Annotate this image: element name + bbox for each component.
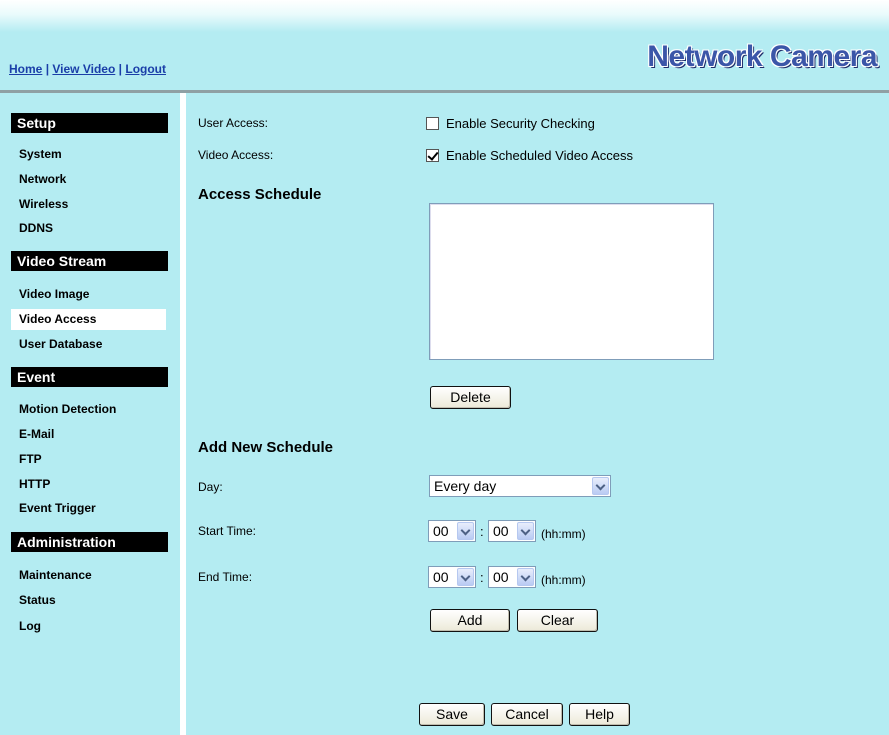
help-button[interactable]: Help [569,703,630,726]
top-nav: Home | View Video | Logout [9,62,166,76]
day-select-value: Every day [434,478,497,494]
brand-logo: Network Camera [647,40,877,73]
sidebar-item-user-database[interactable]: User Database [13,334,168,356]
sidebar-item-http[interactable]: HTTP [13,474,168,496]
sidebar-item-status[interactable]: Status [13,590,168,612]
time-colon: : [480,524,484,539]
sidebar-item-video-access[interactable]: Video Access [11,309,166,330]
sidebar-item-video-image[interactable]: Video Image [13,284,168,306]
end-time-label: End Time: [198,570,253,584]
sidebar-item-wireless[interactable]: Wireless [13,194,168,216]
sidebar-item-ftp[interactable]: FTP [13,449,168,471]
sidebar-item-maintenance[interactable]: Maintenance [13,565,168,587]
scheduled-video-access-checkbox[interactable] [426,149,439,162]
sidebar-item-log[interactable]: Log [13,616,168,638]
video-access-label: Video Access: [198,148,274,162]
start-minute-select[interactable]: 00 [488,520,536,542]
end-hour-select[interactable]: 00 [428,566,476,588]
security-checking-option[interactable]: Enable Security Checking [426,116,595,131]
sidebar-section-setup: Setup [11,113,168,133]
sidebar: Setup System Network Wireless DDNS Video… [0,93,180,735]
sidebar-item-network[interactable]: Network [13,169,168,191]
day-label: Day: [198,480,223,494]
add-schedule-heading: Add New Schedule [198,439,334,456]
user-access-label: User Access: [198,116,269,130]
start-minute-value: 00 [493,523,509,539]
cancel-button[interactable]: Cancel [491,703,563,726]
chevron-down-icon[interactable] [517,568,534,586]
sidebar-divider [180,93,186,735]
day-select[interactable]: Every day [429,475,611,497]
sidebar-item-ddns[interactable]: DDNS [13,218,168,240]
delete-button[interactable]: Delete [430,386,511,409]
scheduled-video-access-text: Enable Scheduled Video Access [446,148,633,163]
add-button[interactable]: Add [430,609,510,632]
security-checking-text: Enable Security Checking [446,116,595,131]
sidebar-item-system[interactable]: System [13,144,168,166]
access-schedule-list[interactable] [429,203,714,360]
start-hour-value: 00 [433,523,449,539]
end-minute-select[interactable]: 00 [488,566,536,588]
sidebar-section-administration: Administration [11,532,168,552]
logout-link[interactable]: Logout [125,62,166,76]
save-button[interactable]: Save [419,703,485,726]
view-video-link[interactable]: View Video [52,62,115,76]
security-checking-checkbox[interactable] [426,117,439,130]
access-schedule-heading: Access Schedule [198,186,322,203]
start-time-format-hint: (hh:mm) [541,527,586,541]
sidebar-item-event-trigger[interactable]: Event Trigger [13,498,168,520]
chevron-down-icon[interactable] [457,522,474,540]
nav-separator: | [45,62,50,76]
start-time-label: Start Time: [198,524,257,538]
sidebar-item-motion-detection[interactable]: Motion Detection [13,399,168,421]
sidebar-section-video-stream: Video Stream [11,251,168,271]
home-link[interactable]: Home [9,62,42,76]
sidebar-item-email[interactable]: E-Mail [13,424,168,446]
sidebar-section-event: Event [11,367,168,387]
end-hour-value: 00 [433,569,449,585]
clear-button[interactable]: Clear [517,609,598,632]
scheduled-video-access-option[interactable]: Enable Scheduled Video Access [426,148,633,163]
chevron-down-icon[interactable] [457,568,474,586]
chevron-down-icon[interactable] [592,477,609,495]
nav-separator: | [118,62,123,76]
time-colon: : [480,570,484,585]
end-time-format-hint: (hh:mm) [541,573,586,587]
page-header: Home | View Video | Logout Network Camer… [0,0,889,90]
end-minute-value: 00 [493,569,509,585]
chevron-down-icon[interactable] [517,522,534,540]
start-hour-select[interactable]: 00 [428,520,476,542]
